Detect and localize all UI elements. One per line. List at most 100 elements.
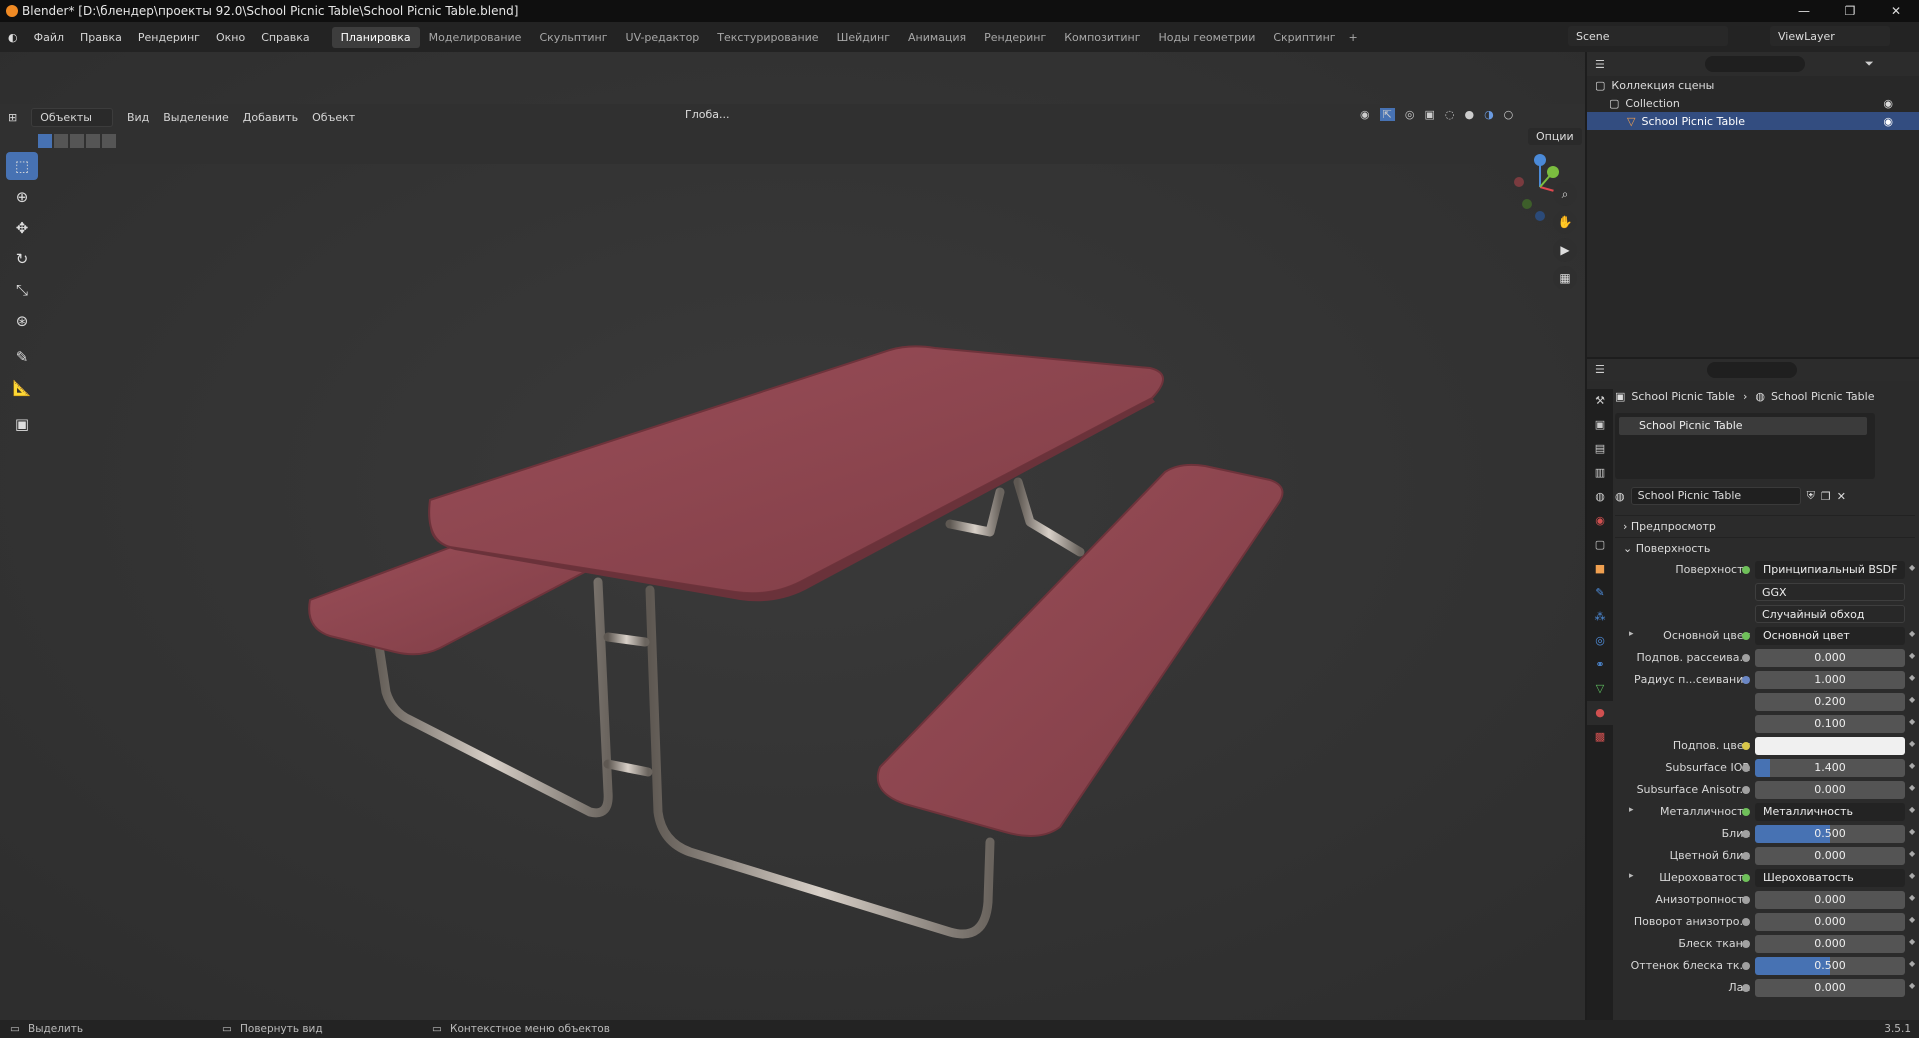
property-field[interactable]: 0.000 (1755, 847, 1905, 865)
gizmo-icon[interactable]: ⇱ (1379, 108, 1395, 121)
keyframe-icon[interactable]: ◆ (1909, 827, 1915, 836)
socket-icon[interactable] (1742, 918, 1750, 926)
collection-tab-icon[interactable]: ▢ (1587, 533, 1613, 557)
camera-view-icon[interactable]: ▶ (1553, 238, 1577, 262)
menu-view[interactable]: Вид (127, 111, 149, 124)
select-box-icon[interactable]: ⬚ (6, 152, 38, 180)
object-row[interactable]: ▽ School Picnic Table ◉ (1587, 112, 1919, 130)
eye-icon[interactable]: ◉ (1883, 115, 1893, 128)
property-field[interactable]: Принципиальный BSDF (1755, 561, 1905, 579)
expand-triangle-icon[interactable]: ▸ (1629, 805, 1634, 815)
property-field[interactable]: 0.500 (1755, 957, 1905, 975)
menu-object[interactable]: Объект (312, 111, 355, 124)
measure-icon[interactable]: 📐 (6, 374, 38, 402)
workspace-tab[interactable]: Скриптинг (1264, 27, 1344, 48)
material-browse-icon[interactable]: ◍ (1615, 490, 1625, 503)
visibility-icon[interactable]: ◉ (1360, 108, 1370, 121)
menu-item[interactable]: Справка (253, 31, 317, 44)
property-field[interactable]: Случайный обход (1755, 605, 1905, 623)
select-intersect-icon[interactable] (102, 134, 116, 148)
tool-tab-icon[interactable]: ⚒ (1587, 389, 1613, 413)
keyframe-icon[interactable]: ◆ (1909, 563, 1915, 572)
3d-viewport[interactable]: ⊞ Объекты Вид Выделение Добавить Объект … (0, 52, 1585, 1020)
property-field[interactable]: 1.000 (1755, 671, 1905, 689)
menu-item[interactable]: Файл (26, 31, 72, 44)
material-name-field[interactable]: School Picnic Table (1630, 487, 1801, 505)
material-shading-icon[interactable]: ◑ (1484, 108, 1494, 121)
keyframe-icon[interactable]: ◆ (1909, 893, 1915, 902)
property-field[interactable]: 0.000 (1755, 649, 1905, 667)
socket-icon[interactable] (1742, 786, 1750, 794)
rendered-shading-icon[interactable]: ○ (1504, 108, 1514, 121)
menu-add[interactable]: Добавить (243, 111, 298, 124)
texture-tab-icon[interactable]: ▩ (1587, 725, 1613, 749)
material-tab-icon[interactable]: ● (1587, 701, 1613, 725)
socket-icon[interactable] (1742, 896, 1750, 904)
property-field[interactable]: 0.000 (1755, 935, 1905, 953)
keyframe-icon[interactable]: ◆ (1909, 871, 1915, 880)
properties-editor-icon[interactable]: ☰ (1595, 363, 1605, 376)
outliner-search-input[interactable] (1704, 56, 1805, 72)
socket-icon[interactable] (1742, 742, 1750, 750)
filter-icon[interactable]: ⏷ (1865, 57, 1874, 71)
property-field[interactable]: 1.400 (1755, 759, 1905, 777)
move-icon[interactable]: ✥ (6, 214, 38, 242)
property-field[interactable]: GGX (1755, 583, 1905, 601)
menu-select[interactable]: Выделение (163, 111, 229, 124)
scale-icon[interactable]: ⤡ (6, 276, 38, 304)
keyframe-icon[interactable]: ◆ (1909, 739, 1915, 748)
socket-icon[interactable] (1742, 962, 1750, 970)
workspace-tab[interactable]: Моделирование (420, 27, 531, 48)
properties-search-input[interactable] (1707, 362, 1797, 378)
data-tab-icon[interactable]: ▽ (1587, 677, 1613, 701)
keyframe-icon[interactable]: ◆ (1909, 629, 1915, 638)
eye-icon[interactable]: ◉ (1883, 97, 1893, 110)
preview-section[interactable]: › Предпросмотр (1615, 515, 1915, 537)
modifier-tab-icon[interactable]: ✎ (1587, 581, 1613, 605)
menu-item[interactable]: Рендеринг (130, 31, 208, 44)
pan-hand-icon[interactable]: ✋ (1553, 210, 1577, 234)
material-slot-item[interactable]: School Picnic Table (1619, 417, 1867, 435)
property-field[interactable]: 0.000 (1755, 913, 1905, 931)
property-field[interactable]: Металличность (1755, 803, 1905, 821)
add-cube-icon[interactable]: ▣ (6, 410, 38, 438)
keyframe-icon[interactable]: ◆ (1909, 673, 1915, 682)
add-workspace-icon[interactable]: + (1349, 31, 1358, 44)
unlink-icon[interactable]: ✕ (1837, 490, 1846, 503)
property-field[interactable] (1755, 737, 1905, 755)
transform-orientation[interactable]: Глоба... (685, 108, 729, 121)
workspace-tab[interactable]: UV-редактор (617, 27, 709, 48)
socket-icon[interactable] (1742, 984, 1750, 992)
duplicate-icon[interactable]: ❐ (1821, 490, 1831, 503)
workspace-tab[interactable]: Текстурирование (708, 27, 827, 48)
viewlayer-selector[interactable]: ViewLayer (1770, 26, 1890, 46)
keyframe-icon[interactable]: ◆ (1909, 717, 1915, 726)
overlay-icon[interactable]: ◎ (1405, 108, 1415, 121)
particles-tab-icon[interactable]: ⁂ (1587, 605, 1613, 629)
world-tab-icon[interactable]: ◉ (1587, 509, 1613, 533)
scene-selector[interactable]: Scene (1568, 26, 1728, 46)
fake-user-icon[interactable]: ⛨ (1807, 489, 1815, 503)
keyframe-icon[interactable]: ◆ (1909, 761, 1915, 770)
socket-icon[interactable] (1742, 764, 1750, 772)
workspace-tab[interactable]: Рендеринг (975, 27, 1055, 48)
select-new-icon[interactable] (38, 134, 52, 148)
workspace-tab[interactable]: Планировка (331, 26, 420, 48)
select-invert-icon[interactable] (86, 134, 100, 148)
keyframe-icon[interactable]: ◆ (1909, 915, 1915, 924)
keyframe-icon[interactable]: ◆ (1909, 849, 1915, 858)
transform-icon[interactable]: ⊛ (6, 307, 38, 335)
property-field[interactable]: 0.000 (1755, 891, 1905, 909)
material-slot-list[interactable]: School Picnic Table (1615, 413, 1875, 479)
keyframe-icon[interactable]: ◆ (1909, 783, 1915, 792)
close-icon[interactable]: ✕ (1873, 0, 1919, 22)
editor-type-icon[interactable]: ⊞ (8, 111, 17, 124)
select-extend-icon[interactable] (54, 134, 68, 148)
physics-tab-icon[interactable]: ◎ (1587, 629, 1613, 653)
collection-row[interactable]: ▢ Collection ◉ (1587, 94, 1919, 112)
view-layer-tab-icon[interactable]: ▥ (1587, 461, 1613, 485)
solid-shading-icon[interactable]: ● (1464, 108, 1474, 121)
property-field[interactable]: 0.100 (1755, 715, 1905, 733)
keyframe-icon[interactable]: ◆ (1909, 959, 1915, 968)
expand-triangle-icon[interactable]: ▸ (1629, 629, 1634, 639)
